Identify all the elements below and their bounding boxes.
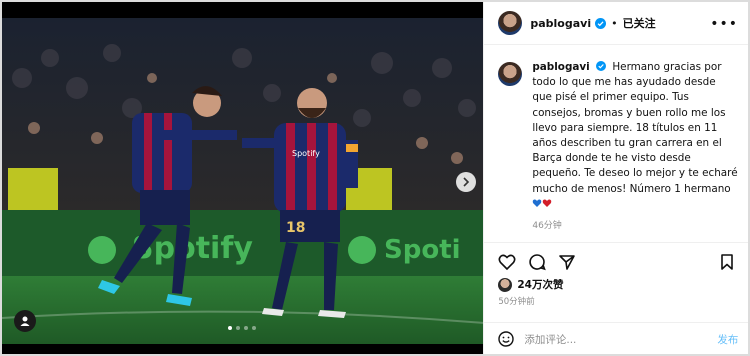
like-heart-icon[interactable]: [498, 253, 516, 271]
avatar[interactable]: [498, 11, 523, 35]
caption-username[interactable]: pablogavi: [532, 61, 589, 73]
user-tag-icon: [20, 316, 30, 326]
next-photo-button[interactable]: [456, 172, 476, 192]
post-media[interactable]: Spotify Spoti Spotify 18: [2, 2, 484, 354]
carousel-dot: [236, 326, 240, 330]
carousel-dot: [228, 326, 232, 330]
likes-row: 24万次赞: [498, 277, 563, 292]
carousel-dot: [244, 326, 248, 330]
follow-status-button[interactable]: 已关注: [623, 15, 656, 31]
caption-text: pablogavi Hermano gracias por todo lo qu…: [532, 60, 738, 212]
carousel-indicator: [228, 326, 256, 330]
save-bookmark-icon[interactable]: [718, 253, 736, 271]
post-dialog: Spotify Spoti Spotify 18 pablogavi • 已关注…: [2, 2, 749, 355]
post-comment-button[interactable]: 发布: [717, 332, 738, 347]
verified-badge-icon: [596, 61, 607, 71]
post-header: pablogavi • 已关注 •••: [484, 2, 748, 45]
verified-badge-icon: [595, 17, 607, 29]
header-username[interactable]: pablogavi: [530, 17, 591, 30]
carousel-dot: [252, 326, 256, 330]
emoji-icon[interactable]: [498, 331, 515, 347]
post-sidebar: pablogavi • 已关注 ••• pablogavi Hermano gr…: [483, 2, 749, 355]
tagged-users-button[interactable]: [14, 310, 36, 332]
comment-input[interactable]: 添加评论...: [524, 332, 717, 347]
comment-bar: 添加评论... 发布: [484, 322, 749, 355]
caption-body: Hermano gracias por todo lo que me has a…: [532, 61, 738, 195]
red-heart-icon: [543, 199, 552, 207]
chevron-right-icon: [463, 177, 470, 187]
jersey-sponsor-text: Spotify: [292, 149, 320, 158]
caption-avatar[interactable]: [498, 62, 523, 86]
header-separator: •: [611, 16, 618, 30]
comment-icon[interactable]: [528, 253, 547, 271]
post-timestamp: 50分钟前: [498, 297, 535, 307]
post-photo: Spotify Spoti Spotify 18: [2, 18, 484, 344]
liker-avatar: [498, 277, 513, 292]
blue-heart-icon: [533, 199, 542, 207]
caption-block: pablogavi Hermano gracias por todo lo qu…: [498, 60, 738, 231]
caption-timestamp: 46分钟: [532, 221, 562, 232]
likes-count[interactable]: 24万次赞: [517, 277, 563, 292]
jersey-number-text: 18: [286, 220, 305, 236]
svg-text:Spoti: Spoti: [384, 235, 461, 265]
more-options-icon[interactable]: •••: [710, 16, 738, 32]
share-send-icon[interactable]: [558, 253, 576, 271]
